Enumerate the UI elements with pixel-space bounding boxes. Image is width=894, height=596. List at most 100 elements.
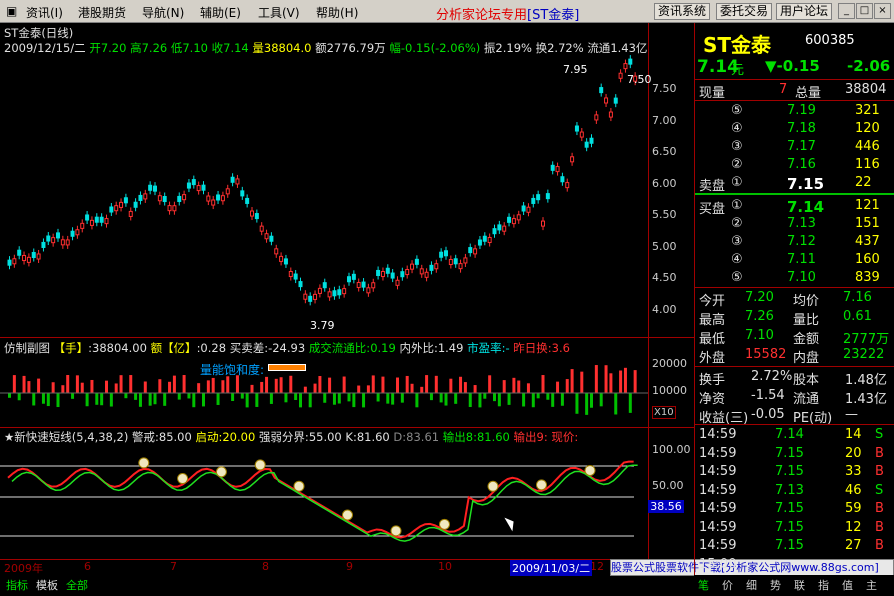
volume-bar xyxy=(231,393,235,401)
candle-body xyxy=(385,267,390,274)
panel-tab[interactable]: 笔 xyxy=(698,577,709,593)
bid-row[interactable]: ⑤ 7.10 839 xyxy=(695,270,894,288)
candle-body xyxy=(395,279,400,286)
maximize-icon[interactable]: □ xyxy=(856,3,873,19)
volume-bar xyxy=(502,380,506,393)
book-divider xyxy=(695,193,894,195)
menu-item-navigate[interactable]: 导航(N) xyxy=(142,4,184,21)
panel-tab[interactable]: 指 xyxy=(818,577,829,593)
candle-body xyxy=(303,293,308,300)
volume-bar xyxy=(628,393,632,413)
volume-bar xyxy=(119,375,123,393)
ask-row[interactable]: ③ 7.17 446 xyxy=(695,139,894,157)
menu-item-news[interactable]: 资讯(I) xyxy=(26,4,63,21)
chart-area[interactable]: ST金泰(日线) 2009/12/15/二 开7.20 高7.26 低7.10 … xyxy=(0,23,694,589)
volume-separator xyxy=(0,337,694,338)
minimize-icon[interactable]: _ xyxy=(838,3,855,19)
ask-row[interactable]: ⑤ 7.19 321 xyxy=(695,103,894,121)
candle-body xyxy=(123,197,128,204)
candle-body xyxy=(56,232,60,239)
ask-row[interactable]: 卖盘 ① 7.15 22 xyxy=(695,175,894,194)
ask-row[interactable]: ② 7.16 116 xyxy=(695,157,894,175)
panel-tab[interactable]: 细 xyxy=(746,577,757,593)
candle-body xyxy=(279,255,284,262)
bid-row[interactable]: 买盘 ① 7.14 121 xyxy=(695,198,894,217)
panel-tab[interactable]: 价 xyxy=(722,577,733,593)
volume-bar xyxy=(614,393,618,415)
date-label: 2009年 xyxy=(4,562,43,575)
ask-row[interactable]: ④ 7.18 120 xyxy=(695,121,894,139)
candle-body xyxy=(545,193,550,200)
volume-bar xyxy=(85,393,89,407)
panel-tab[interactable]: 联 xyxy=(794,577,805,593)
volume-bar xyxy=(332,393,336,405)
candle-body xyxy=(565,182,570,189)
annotation-low: 3.79 xyxy=(310,319,335,332)
bid-row[interactable]: ② 7.13 151 xyxy=(695,216,894,234)
panel-tabs: 笔价细势联指值主 xyxy=(694,575,894,596)
bid-row[interactable]: ④ 7.11 160 xyxy=(695,252,894,270)
candle-body xyxy=(502,225,507,232)
trade-button[interactable]: 委托交易 xyxy=(716,3,773,20)
panel-tab[interactable]: 势 xyxy=(770,577,781,593)
brand-label: 分析家论坛专用[ST金泰] xyxy=(436,8,580,23)
menu-item-help[interactable]: 帮助(H) xyxy=(316,4,358,21)
candle-body xyxy=(376,269,381,276)
candle-body xyxy=(211,199,216,206)
tab-template[interactable]: 模板 xyxy=(36,577,58,593)
volume-bar xyxy=(250,384,254,393)
date-label: 10 xyxy=(438,560,452,573)
candle-body xyxy=(104,218,109,225)
info-system-button[interactable]: 资讯系统 xyxy=(654,3,711,20)
menu-item-tools[interactable]: 工具(V) xyxy=(258,4,300,21)
candle-body xyxy=(604,97,609,104)
volume-bar xyxy=(138,393,142,407)
stat2-row: 收益(三) -0.05 PE(动) — xyxy=(699,407,858,426)
stock-name: ST金泰 xyxy=(703,33,772,57)
vol-tick-0: 20000 xyxy=(652,357,687,370)
volume-bar xyxy=(425,375,429,393)
candle-body xyxy=(31,251,36,259)
price-tick: 7.00 xyxy=(652,113,677,127)
candle-body xyxy=(133,201,138,208)
bid-row[interactable]: ③ 7.12 437 xyxy=(695,234,894,252)
candle-body xyxy=(70,230,75,237)
tab-all[interactable]: 全部 xyxy=(66,577,88,593)
close-icon[interactable]: × xyxy=(874,3,891,19)
tab-indicator[interactable]: 指标 xyxy=(6,577,28,593)
candle-body xyxy=(579,131,584,138)
candle-body xyxy=(482,235,487,242)
volume-bars xyxy=(0,365,648,415)
price-tick: 4.50 xyxy=(652,271,677,284)
panel-tab[interactable]: 主 xyxy=(866,577,877,593)
volume-bar xyxy=(546,393,550,400)
candle-body xyxy=(157,195,162,202)
volume-bar xyxy=(318,376,322,393)
vol-scale-label: X10 xyxy=(652,406,676,419)
candle-body xyxy=(46,235,51,242)
volume-bar xyxy=(580,371,584,393)
candle-body xyxy=(405,269,410,276)
volume-bar xyxy=(439,393,443,403)
volume-saturation-label: 量能饱和度: xyxy=(200,363,265,377)
d-line xyxy=(11,464,638,542)
candle-body xyxy=(356,282,361,289)
menu-item-assist[interactable]: 辅助(E) xyxy=(200,4,241,21)
date-label: 9 xyxy=(346,560,353,573)
volume-bar xyxy=(449,378,453,393)
candle-body xyxy=(148,184,153,191)
candle-body xyxy=(7,259,12,266)
candle-body xyxy=(308,295,313,302)
forum-button[interactable]: 用户论坛 xyxy=(776,3,833,20)
candle-body xyxy=(94,216,99,223)
menu-bar: ▣ 资讯(I) 港股期货 导航(N) 辅助(E) 工具(V) 帮助(H) 分析家… xyxy=(0,0,894,23)
menu-item-hk-futures[interactable]: 港股期货 xyxy=(78,4,126,21)
volume-bar xyxy=(8,393,11,398)
candle-body xyxy=(109,206,114,213)
stat-row: 最低 7.10 金额 2777万 xyxy=(699,328,890,347)
volume-bar xyxy=(22,375,26,393)
menu-icon[interactable]: ▣ xyxy=(6,4,17,18)
price-change: ▼-0.15 xyxy=(765,57,820,75)
panel-tab[interactable]: 值 xyxy=(842,577,853,593)
candle-body xyxy=(114,205,119,212)
